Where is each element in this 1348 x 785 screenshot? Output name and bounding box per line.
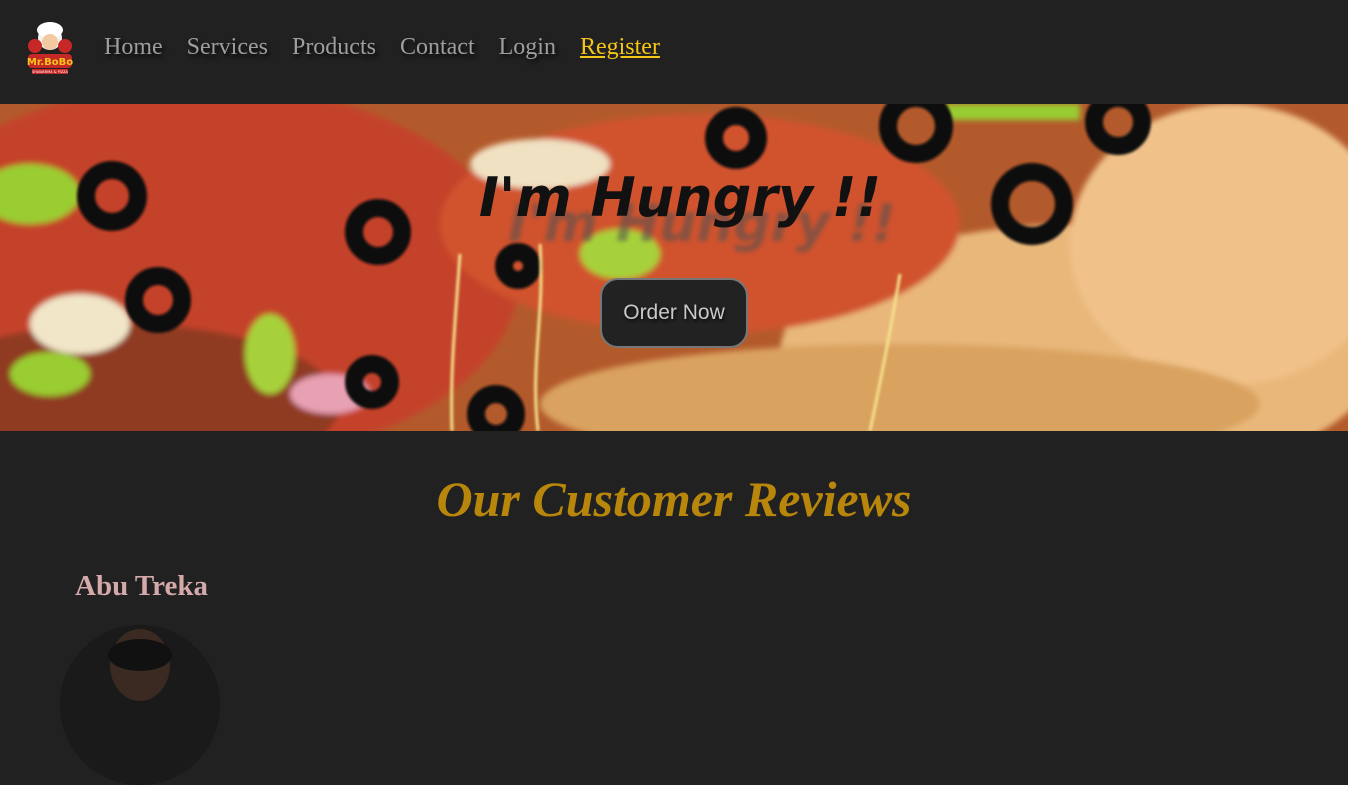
reviewer-name: Abu Treka xyxy=(75,570,208,602)
svg-text:SHAWARMA & PIZZA: SHAWARMA & PIZZA xyxy=(32,70,68,74)
reviewer-avatar xyxy=(60,625,220,785)
nav-contact-link[interactable]: Contact xyxy=(400,30,475,64)
brand-logo[interactable]: Mr.BoBo SHAWARMA & PIZZA xyxy=(20,20,80,78)
nav-products-link[interactable]: Products xyxy=(292,30,376,64)
svg-text:Mr.BoBo: Mr.BoBo xyxy=(27,57,73,68)
nav-links: Home Services Products Contact Login Reg… xyxy=(104,30,660,64)
nav-services-link[interactable]: Services xyxy=(187,30,268,64)
nav-register-link[interactable]: Register xyxy=(580,30,660,64)
hero-banner: I'm Hungry !! I'm Hungry !! Order Now xyxy=(0,104,1348,431)
pizza-hero-image xyxy=(0,104,1348,431)
nav-home-link[interactable]: Home xyxy=(104,30,163,64)
hero-title: I'm Hungry !! xyxy=(478,166,882,229)
navbar: Mr.BoBo SHAWARMA & PIZZA Home Services P… xyxy=(0,0,1348,104)
nav-login-link[interactable]: Login xyxy=(499,30,556,64)
order-now-button[interactable]: Order Now xyxy=(600,278,748,348)
reviews-heading: Our Customer Reviews xyxy=(436,471,912,527)
